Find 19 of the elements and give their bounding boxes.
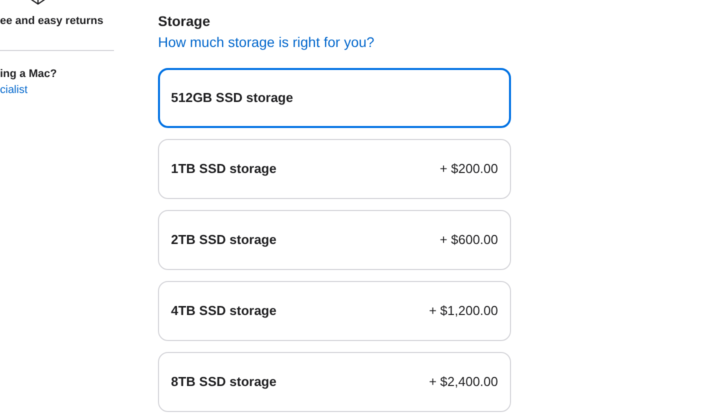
option-price: + $600.00 bbox=[440, 231, 498, 250]
storage-option[interactable]: 4TB SSD storage + $1,200.00 bbox=[158, 281, 511, 341]
section-heading: Storage bbox=[158, 12, 212, 30]
help-question: ing a Mac? bbox=[0, 67, 58, 81]
storage-option[interactable]: 8TB SSD storage + $2,400.00 bbox=[158, 352, 511, 412]
storage-option[interactable]: 512GB SSD storage bbox=[158, 68, 511, 128]
option-price: + $2,400.00 bbox=[428, 373, 498, 392]
option-label: 512GB SSD storage bbox=[171, 89, 294, 108]
option-price: + $1,200.00 bbox=[428, 302, 498, 320]
storage-help-link[interactable]: How much storage is right for you? bbox=[158, 33, 511, 51]
option-price: + $200.00 bbox=[440, 160, 498, 178]
option-label: 1TB SSD storage bbox=[171, 160, 276, 178]
returns-text: ee and easy returns bbox=[0, 14, 104, 28]
storage-option[interactable]: 1TB SSD storage + $200.00 bbox=[158, 139, 511, 199]
storage-option[interactable]: 2TB SSD storage + $600.00 bbox=[158, 210, 511, 270]
option-label: 8TB SSD storage bbox=[171, 373, 276, 392]
specialist-link[interactable]: cialist bbox=[0, 83, 114, 97]
option-label: 4TB SSD storage bbox=[171, 302, 276, 320]
option-label: 2TB SSD storage bbox=[171, 231, 276, 250]
